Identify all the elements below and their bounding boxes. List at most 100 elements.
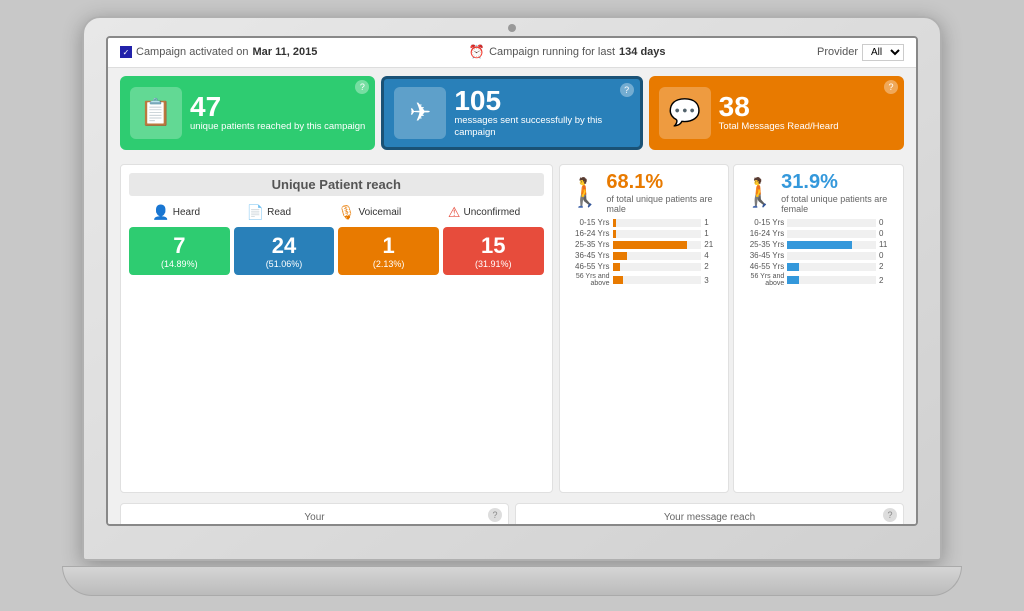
male-age-label-56plus: 56 Yrs and above: [568, 273, 610, 287]
male-age-val-56plus: 3: [704, 276, 720, 285]
male-age-label-0-15: 0-15 Yrs: [568, 218, 610, 227]
female-age-16-24: 16-24 Yrs 0: [742, 229, 895, 238]
female-percentage: 31.9%: [781, 171, 895, 194]
female-age-36-45: 36-45 Yrs 0: [742, 251, 895, 260]
female-age-label-36-45: 36-45 Yrs: [742, 251, 784, 260]
female-icon: 🚶: [742, 176, 777, 209]
gender-row: 🚶 68.1% of total unique patients are mal…: [559, 164, 904, 493]
female-age-label-0-15: 0-15 Yrs: [742, 218, 784, 227]
webcam-icon: [508, 24, 516, 32]
question-icon-patients[interactable]: ?: [355, 80, 369, 94]
male-age-label-36-45: 36-45 Yrs: [568, 251, 610, 260]
category-unconfirmed: ⚠ Unconfirmed: [448, 204, 520, 221]
female-age-bg-56plus: [787, 276, 876, 284]
clipboard-icon: 📋: [130, 87, 182, 139]
female-age-bg-25-35: [787, 241, 876, 249]
female-info: 31.9% of total unique patients are femal…: [781, 171, 895, 214]
bottom-card-your-label: Your: [129, 512, 500, 523]
female-age-46-55: 46-55 Yrs 2: [742, 262, 895, 271]
categories-row: 👤 Heard 📄 Read 🎙 Voicemail: [129, 204, 544, 221]
provider-select[interactable]: All: [862, 44, 904, 61]
stat-card-messages: ✈ 105 messages sent successfully by this…: [381, 76, 642, 151]
bottom-card-your-message-reach: Your message reach: [524, 512, 895, 523]
stat-desc-messages: messages sent successfully by this campa…: [454, 115, 629, 140]
stat-number-patients: 47: [190, 93, 365, 121]
campaign-activated-label: Campaign activated on: [136, 46, 249, 58]
male-age-label-46-55: 46-55 Yrs: [568, 262, 610, 271]
female-age-0-15: 0-15 Yrs 0: [742, 218, 895, 227]
male-age-bg-46-55: [613, 263, 702, 271]
campaign-running-section: ⏰ Campaign running for last 134 days: [469, 44, 666, 60]
category-voicemail: 🎙 Voicemail: [338, 204, 402, 221]
count-read-pct: (51.06%): [238, 259, 331, 269]
female-age-label-46-55: 46-55 Yrs: [742, 262, 784, 271]
stat-number-read-heard: 38: [719, 93, 839, 121]
count-heard-pct: (14.89%): [133, 259, 226, 269]
male-info: 68.1% of total unique patients are male: [606, 171, 720, 214]
stat-number-messages: 105: [454, 87, 629, 115]
campaign-days: 134 days: [619, 46, 665, 58]
provider-section: Provider All: [817, 44, 904, 61]
count-voicemail-pct: (2.13%): [342, 259, 435, 269]
read-label: Read: [267, 207, 291, 218]
laptop-frame: ✓ Campaign activated on Mar 11, 2015 ⏰ C…: [62, 16, 962, 596]
female-age-val-56plus: 2: [879, 276, 895, 285]
female-header: 🚶 31.9% of total unique patients are fem…: [742, 171, 895, 214]
bottom-card-delivery-meter: ? Your message reach Delivery success me…: [515, 503, 904, 523]
campaign-running-label: Campaign running for last: [489, 46, 615, 58]
bottom-card-messages-sent: ? Your Count of Successful Messages Sent…: [120, 503, 509, 523]
male-age-val-0-15: 1: [704, 218, 720, 227]
male-age-val-36-45: 4: [704, 251, 720, 260]
female-age-val-0-15: 0: [879, 218, 895, 227]
male-age-label-25-35: 25-35 Yrs: [568, 240, 610, 249]
question-icon-messages[interactable]: ?: [620, 83, 634, 97]
female-age-label-25-35: 25-35 Yrs: [742, 240, 784, 249]
stat-desc-patients: unique patients reached by this campaign: [190, 121, 365, 133]
male-age-bg-56plus: [613, 276, 702, 284]
count-heard: 7 (14.89%): [129, 227, 230, 275]
heard-label: Heard: [173, 207, 200, 218]
female-age-bars: 0-15 Yrs 0 16-24 Yrs 0: [742, 218, 895, 287]
female-age-val-25-35: 11: [879, 240, 895, 249]
category-read: 📄 Read: [247, 204, 291, 221]
provider-label: Provider: [817, 46, 858, 58]
female-age-val-36-45: 0: [879, 251, 895, 260]
laptop-base: [62, 566, 962, 596]
count-unconfirmed-pct: (31.91%): [447, 259, 540, 269]
male-age-bg-16-24: [613, 230, 702, 238]
category-heard: 👤 Heard: [152, 204, 200, 221]
male-age-bg-0-15: [613, 219, 702, 227]
male-age-val-46-55: 2: [704, 262, 720, 271]
male-percentage: 68.1%: [606, 171, 720, 194]
left-panel: Unique Patient reach 👤 Heard 📄 Read: [120, 164, 553, 493]
male-age-val-16-24: 1: [704, 229, 720, 238]
count-voicemail: 1 (2.13%): [338, 227, 439, 275]
male-age-val-25-35: 21: [704, 240, 720, 249]
question-icon-read-heard[interactable]: ?: [884, 80, 898, 94]
bottom-section: ? Your Count of Successful Messages Sent…: [108, 499, 916, 523]
screen-content: ✓ Campaign activated on Mar 11, 2015 ⏰ C…: [108, 38, 916, 524]
unconfirmed-label: Unconfirmed: [463, 207, 520, 218]
female-age-56plus: 56 Yrs and above 2: [742, 273, 895, 287]
female-age-bg-0-15: [787, 219, 876, 227]
count-read-number: 24: [238, 233, 331, 259]
male-header: 🚶 68.1% of total unique patients are mal…: [568, 171, 721, 214]
top-bar: ✓ Campaign activated on Mar 11, 2015 ⏰ C…: [108, 38, 916, 68]
female-age-val-16-24: 0: [879, 229, 895, 238]
male-age-0-15: 0-15 Yrs 1: [568, 218, 721, 227]
male-icon: 🚶: [568, 176, 603, 209]
unconfirmed-icon: ⚠: [448, 204, 461, 221]
checkbox-icon: ✓: [120, 46, 132, 58]
male-age-bg-25-35: [613, 241, 702, 249]
heard-icon: 👤: [152, 204, 169, 221]
chat-icon: 💬: [659, 87, 711, 139]
female-description: of total unique patients are female: [781, 194, 895, 214]
female-age-label-56plus: 56 Yrs and above: [742, 273, 784, 287]
stat-card-read-heard: 💬 38 Total Messages Read/Heard ?: [649, 76, 904, 151]
read-icon: 📄: [247, 204, 264, 221]
male-age-16-24: 16-24 Yrs 1: [568, 229, 721, 238]
panel-title: Unique Patient reach: [129, 173, 544, 196]
female-age-bg-16-24: [787, 230, 876, 238]
male-age-label-16-24: 16-24 Yrs: [568, 229, 610, 238]
stat-info-messages: 105 messages sent successfully by this c…: [454, 87, 629, 140]
